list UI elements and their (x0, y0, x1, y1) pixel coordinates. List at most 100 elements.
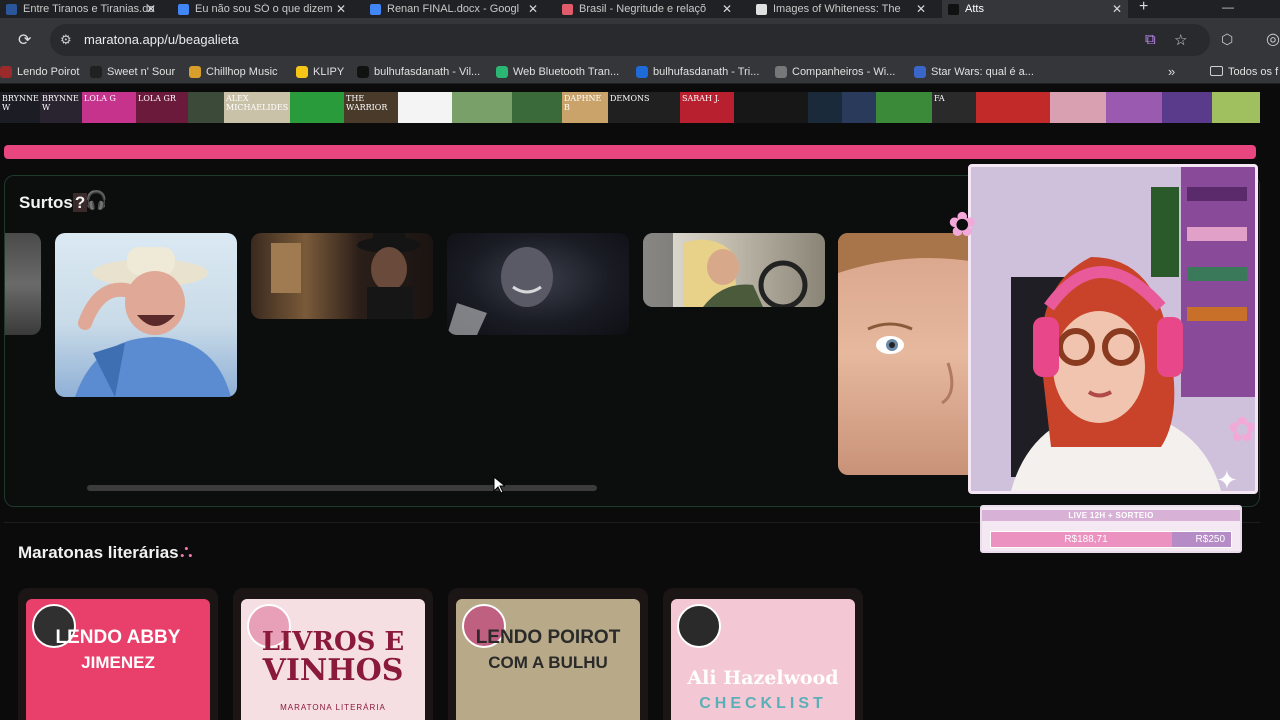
maratona-card[interactable]: LENDO ABBY JIMENEZ (18, 588, 218, 720)
tab-close-icon[interactable]: ✕ (722, 2, 732, 16)
bookmark-item[interactable]: Lendo Poirot (0, 66, 79, 78)
bookmark-label: Chillhop Music (206, 66, 278, 78)
bookmark-label: Star Wars: qual é a... (931, 66, 1034, 78)
book-cover[interactable] (512, 92, 562, 123)
tab-favicon-icon (562, 3, 573, 15)
book-cover[interactable] (976, 92, 1050, 123)
tab-close-icon[interactable]: ✕ (336, 2, 346, 16)
tab-favicon-icon (178, 3, 189, 15)
tab-title: Renan FINAL.docx - Googl (387, 3, 520, 15)
tab-close-icon[interactable]: ✕ (1112, 2, 1122, 16)
more-bookmarks-icon[interactable]: » (1168, 64, 1175, 79)
minimize-icon[interactable]: — (1222, 0, 1234, 14)
bookmark-label: Lendo Poirot (17, 66, 80, 78)
book-cover[interactable]: DAPHNE B (562, 92, 608, 123)
sitemap-icon: ⛬ (180, 541, 193, 561)
bookmark-item[interactable]: Companheiros - Wi... (775, 66, 895, 78)
book-cover[interactable]: LOLA GR (136, 92, 188, 123)
donation-goal-bar: R$188,71 R$250 (990, 531, 1232, 548)
tab-close-icon[interactable]: ✕ (916, 2, 926, 16)
bookmark-item[interactable]: Web Bluetooth Tran... (496, 66, 619, 78)
vampire-illustration (447, 247, 553, 335)
headphones-icon: 🎧 (85, 190, 108, 210)
tab-1[interactable]: Eu não sou SÓ o que dizem ✕ (172, 0, 352, 18)
donation-goal-label: LIVE 12H + SORTEIO (982, 510, 1240, 521)
book-cover[interactable] (452, 92, 512, 123)
profile-icon[interactable]: ◎ (1266, 29, 1280, 49)
book-cover[interactable]: LOLA G (82, 92, 136, 123)
book-cover[interactable] (734, 92, 808, 123)
book-shelf: BRYNNE W BRYNNE W LOLA G LOLA GR ALEX MICHAE… (0, 92, 1260, 123)
book-cover[interactable] (1106, 92, 1162, 123)
book-cover[interactable]: BRYNNE W (0, 92, 40, 123)
tab-title: Brasil - Negritude e relaçõ (579, 3, 707, 15)
gif-partial[interactable] (5, 233, 41, 335)
bookmark-label: bulhufasdanath - Vil... (374, 66, 481, 78)
gif-scrollbar[interactable] (87, 485, 597, 491)
bookmark-favicon-icon (189, 66, 201, 78)
gif-driving[interactable] (643, 233, 825, 307)
maratona-card[interactable]: Ali Hazelwood CHECKLIST (663, 588, 863, 720)
reload-icon[interactable]: ⟳ (18, 30, 31, 50)
book-cover[interactable]: SARAH J. (680, 92, 734, 123)
bookmark-item[interactable]: Chillhop Music (189, 66, 278, 78)
maratona-subtitle: MARATONA LITERÁRIA (280, 703, 386, 712)
book-cover[interactable] (876, 92, 932, 123)
browser-toolbar: ⟳ ⚙ maratona.app/u/beagalieta ⧉ ☆ ⬡ ◎ (0, 18, 1280, 62)
gif-dark-scene[interactable] (251, 233, 433, 319)
bookmark-favicon-icon (636, 66, 648, 78)
bookmark-label: Companheiros - Wi... (792, 66, 896, 78)
gif-vampire[interactable] (447, 233, 629, 335)
book-cover[interactable] (290, 92, 344, 123)
gif-cowboy-laughing[interactable] (55, 233, 237, 397)
book-cover[interactable]: DEMONS (608, 92, 680, 123)
bookmark-favicon-icon (0, 66, 12, 78)
maratona-title-line2: VINHOS (262, 653, 404, 688)
book-cover[interactable] (398, 92, 452, 123)
mouse-cursor-icon (493, 476, 505, 494)
maratona-cover: LENDO ABBY JIMENEZ (26, 599, 210, 720)
bookmark-label: KLIPY (313, 66, 345, 78)
book-cover[interactable] (1162, 92, 1212, 123)
install-app-icon[interactable]: ⧉ (1145, 31, 1156, 48)
site-info-icon[interactable]: ⚙ (60, 32, 72, 48)
maratona-card[interactable]: LENDO POIROT COM A BULHU (448, 588, 648, 720)
book-cover[interactable] (1050, 92, 1106, 123)
tab-title: Images of Whiteness: The (773, 3, 901, 15)
maratona-title-line2: CHECKLIST (699, 695, 827, 712)
url-text[interactable]: maratona.app/u/beagalieta (84, 32, 239, 47)
tab-3[interactable]: Brasil - Negritude e relaçõ ✕ (556, 0, 738, 18)
bookmark-item[interactable]: Sweet n' Sour (90, 66, 175, 78)
address-bar[interactable]: ⚙ maratona.app/u/beagalieta ⧉ ☆ (50, 24, 1210, 56)
reading-progress-bar (4, 145, 1256, 159)
tab-5[interactable]: Atts ✕ (942, 0, 1128, 18)
book-cover[interactable]: ALEX MICHAELIDES (224, 92, 290, 123)
driver-illustration (643, 233, 808, 307)
extensions-icon[interactable]: ⬡ (1221, 31, 1233, 48)
bookmark-favicon-icon (914, 66, 926, 78)
bookmark-favicon-icon (357, 66, 369, 78)
maratona-card[interactable]: LIVROS E VINHOS MARATONA LITERÁRIA (233, 588, 433, 720)
surtos-title: Surtos? (19, 193, 88, 213)
book-cover[interactable] (808, 92, 842, 123)
book-cover[interactable]: BRYNNE W (40, 92, 82, 123)
donation-goal-widget: LIVE 12H + SORTEIO R$188,71 R$250 (980, 505, 1242, 553)
maratona-cover: Ali Hazelwood CHECKLIST (671, 599, 855, 720)
tab-close-icon[interactable]: ✕ (146, 2, 156, 16)
tab-2[interactable]: Renan FINAL.docx - Googl ✕ (364, 0, 544, 18)
tab-4[interactable]: Images of Whiteness: The ✕ (750, 0, 932, 18)
tab-0[interactable]: Entre Tiranos e Tiranias.do ✕ (0, 0, 162, 18)
book-cover[interactable]: THE WARRIOR (344, 92, 398, 123)
bookmark-item[interactable]: Star Wars: qual é a... (914, 66, 1034, 78)
book-cover[interactable] (188, 92, 224, 123)
book-cover[interactable]: FA (932, 92, 976, 123)
bookmark-star-icon[interactable]: ☆ (1174, 31, 1187, 49)
bookmark-item[interactable]: bulhufasdanath - Tri... (636, 66, 759, 78)
all-bookmarks-folder[interactable]: Todos os f (1210, 66, 1278, 78)
bookmark-item[interactable]: KLIPY (296, 66, 344, 78)
new-tab-button[interactable]: + (1139, 0, 1148, 16)
book-cover[interactable] (842, 92, 876, 123)
bookmark-item[interactable]: bulhufasdanath - Vil... (357, 66, 480, 78)
book-cover[interactable] (1212, 92, 1260, 123)
tab-close-icon[interactable]: ✕ (528, 2, 538, 16)
